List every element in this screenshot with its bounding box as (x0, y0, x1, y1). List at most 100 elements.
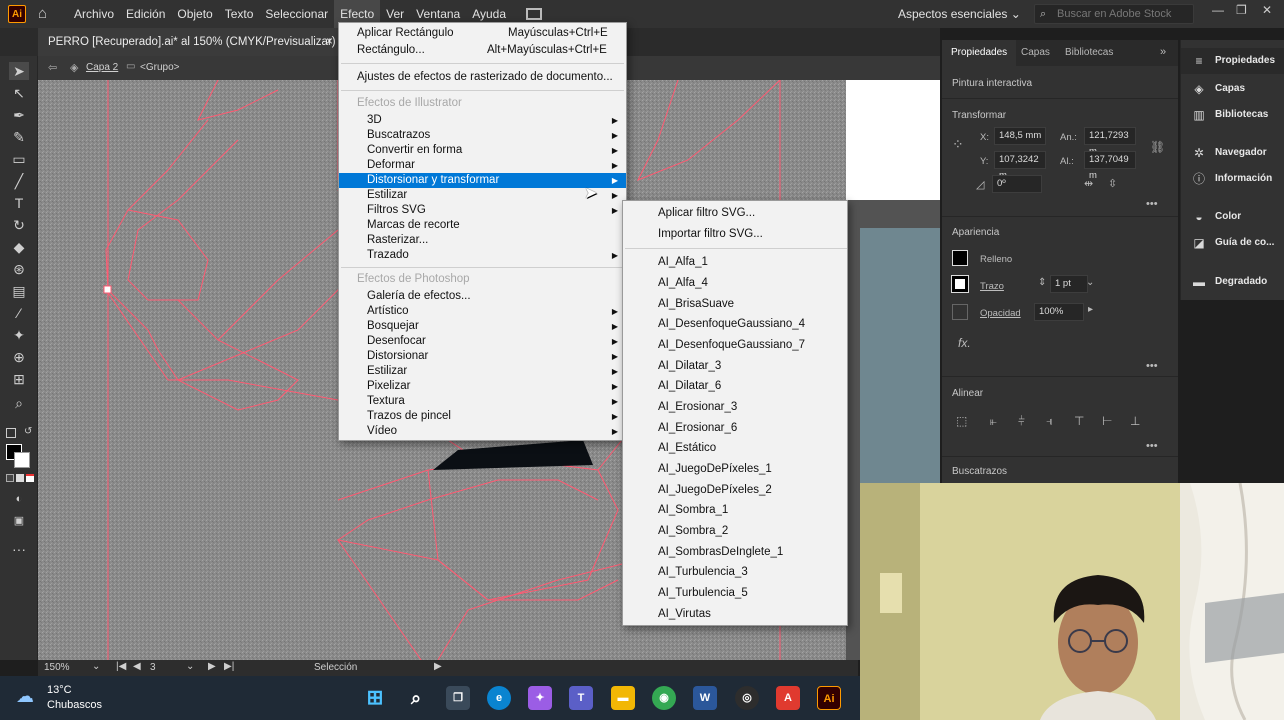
align-middle-icon[interactable]: ⊢ (1102, 414, 1112, 428)
close-window-icon[interactable]: ✕ (1262, 3, 1272, 17)
dock-guia-color[interactable]: ◪ Guía de co... (1181, 230, 1284, 256)
menu-pixelizar[interactable]: Pixelizar ▶ (339, 379, 626, 394)
opacity-label[interactable]: Opacidad (980, 308, 1021, 319)
dock-bibliotecas[interactable]: ▥ Bibliotecas (1181, 102, 1284, 128)
menu-video[interactable]: Vídeo ▶ (339, 424, 626, 439)
menu-estilizar-ps[interactable]: Estilizar ▶ (339, 364, 626, 379)
svg-filter-item[interactable]: AI_Estático (623, 439, 847, 457)
svg-filter-item[interactable]: AI_Dilatar_3 (623, 357, 847, 375)
menu-artistico[interactable]: Artístico ▶ (339, 304, 626, 319)
svg-filter-item[interactable]: AI_SombrasDeInglete_1 (623, 543, 847, 561)
default-colors-icon[interactable] (6, 428, 16, 438)
start-icon[interactable]: ⊞ (363, 686, 387, 710)
live-paint-tool-icon[interactable]: ✦ (9, 326, 29, 344)
arrange-documents-icon[interactable] (526, 8, 543, 20)
menu-estilizar[interactable]: Estilizar ▶ (339, 188, 626, 203)
dock-capas[interactable]: ◈ Capas (1181, 76, 1284, 102)
acrobat-icon[interactable]: A (776, 686, 800, 710)
width-tool-icon[interactable]: ⊛ (9, 260, 29, 278)
direct-selection-tool-icon[interactable]: ↖ (9, 84, 29, 102)
chrome-icon[interactable]: ◉ (652, 686, 676, 710)
illustrator-taskbar-icon[interactable]: Ai (817, 686, 841, 710)
file-explorer-icon[interactable]: ▬ (611, 686, 635, 710)
menu-raster-settings[interactable]: Ajustes de efectos de rasterizado de doc… (339, 70, 626, 85)
artboard-number[interactable]: 3 (150, 662, 156, 673)
y-field[interactable]: 107,3242 m (994, 151, 1046, 181)
align-left-icon[interactable]: ⫦ (990, 414, 997, 429)
paintbrush-tool-icon[interactable]: ╱ (9, 172, 29, 190)
align-bottom-icon[interactable]: ⊥ (1130, 414, 1140, 428)
last-artboard-icon[interactable]: ▶| (224, 661, 234, 672)
eyedropper-tool-icon[interactable]: ⁄ (9, 304, 29, 322)
breadcrumb-group[interactable]: <Grupo> (140, 62, 179, 73)
flip-vertical-icon[interactable]: ⇳ (1108, 177, 1117, 190)
weather-condition[interactable]: Chubascos (47, 699, 102, 711)
task-view-icon[interactable]: ❐ (446, 686, 470, 710)
weather-temperature[interactable]: 13°C (47, 684, 72, 696)
menu-texto[interactable]: Texto (219, 0, 260, 28)
stock-search-input[interactable]: Buscar en Adobe Stock (1034, 4, 1194, 24)
rotate-tool-icon[interactable]: ↻ (9, 216, 29, 234)
none-mode-icon[interactable] (26, 474, 34, 482)
menu-seleccionar[interactable]: Seleccionar (259, 0, 334, 28)
collapse-panel-icon[interactable]: » (1160, 46, 1166, 58)
pen-tool-icon[interactable]: ✒ (9, 106, 29, 124)
stroke-weight-chevron-icon[interactable]: ⌄ (1086, 277, 1094, 288)
more-options-icon[interactable]: ••• (1146, 198, 1158, 210)
menu-distorsionar[interactable]: Distorsionar ▶ (339, 349, 626, 364)
more-options-icon[interactable]: ••• (1146, 360, 1158, 372)
breadcrumb-layer[interactable]: Capa 2 (86, 62, 118, 73)
color-mode-icon[interactable] (6, 474, 14, 482)
workspace-switcher[interactable]: Aspectos esenciales ⌄ (892, 4, 1022, 24)
svg-filter-item[interactable]: AI_Alfa_1 (623, 253, 847, 271)
menu-desenfocar[interactable]: Desenfocar ▶ (339, 334, 626, 349)
screen-mode-icon[interactable]: ▣ (9, 512, 29, 530)
document-tab[interactable]: PERRO [Recuperado].ai* al 150% (CMYK/Pre… (38, 28, 338, 56)
align-to-icon[interactable]: ⬚ (956, 414, 967, 428)
selection-tool-icon[interactable]: ➤ (9, 62, 29, 80)
stroke-swatch[interactable] (14, 452, 30, 468)
menu-bosquejar[interactable]: Bosquejar ▶ (339, 319, 626, 334)
fill-color-swatch[interactable] (952, 250, 968, 266)
width-field[interactable]: 121,7293 m (1084, 127, 1136, 157)
more-tools-icon[interactable]: ··· (9, 540, 29, 558)
word-icon[interactable]: W (693, 686, 717, 710)
align-top-icon[interactable]: ⊤ (1074, 414, 1084, 428)
svg-filter-item[interactable]: AI_JuegoDePíxeles_2 (623, 481, 847, 499)
flip-horizontal-icon[interactable]: ⇹ (1084, 177, 1093, 190)
menu-deformar[interactable]: Deformar ▶ (339, 158, 626, 173)
tab-bibliotecas[interactable]: Bibliotecas (1056, 40, 1122, 66)
stroke-weight-field[interactable]: 1 pt (1050, 275, 1088, 293)
rectangle-tool-icon[interactable]: ▭ (9, 150, 29, 168)
edge-icon[interactable]: e (487, 686, 511, 710)
height-field[interactable]: 137,7049 m (1084, 151, 1136, 181)
gradient-mode-icon[interactable] (16, 474, 24, 482)
dock-informacion[interactable]: ⓘ Información (1181, 166, 1284, 192)
apply-svg-filter[interactable]: Aplicar filtro SVG... (623, 204, 847, 222)
menu-distorsionar-transformar[interactable]: Distorsionar y transformar ▶ (339, 173, 626, 188)
home-icon[interactable]: ⌂ (38, 5, 56, 23)
svg-filter-item[interactable]: AI_Erosionar_6 (623, 419, 847, 437)
menu-marcas-recorte[interactable]: Marcas de recorte (339, 218, 626, 233)
svg-filter-item[interactable]: AI_BrisaSuave (623, 295, 847, 313)
menu-buscatrazos[interactable]: Buscatrazos ▶ (339, 128, 626, 143)
dock-color[interactable]: ◒ Color (1181, 204, 1284, 230)
menu-apply-rectangle[interactable]: Aplicar Rectángulo Mayúsculas+Ctrl+E (339, 26, 626, 41)
dock-degradado[interactable]: ▬ Degradado (1181, 269, 1284, 295)
menu-rasterizar[interactable]: Rasterizar... (339, 233, 626, 248)
svg-filter-item[interactable]: AI_DesenfoqueGaussiano_4 (623, 315, 847, 333)
artboard-tool-icon[interactable]: ⊞ (9, 370, 29, 388)
menu-filtros-svg[interactable]: Filtros SVG ▶ (339, 203, 626, 218)
first-artboard-icon[interactable]: |◀ (116, 661, 126, 672)
zoom-tool-icon[interactable]: ⌕ (9, 394, 29, 412)
menu-edicion[interactable]: Edición (120, 0, 171, 28)
stroke-label[interactable]: Trazo (980, 281, 1004, 292)
svg-filter-item[interactable]: AI_Virutas (623, 605, 847, 623)
fx-icon[interactable]: fx. (958, 336, 971, 350)
stroke-stepper-icon[interactable]: ⇕ (1038, 277, 1046, 288)
constrain-proportions-icon[interactable]: ⛓ (1150, 140, 1165, 154)
opacity-arrow-icon[interactable]: ▸ (1088, 304, 1093, 315)
draw-mode-icon[interactable]: ◐ (9, 490, 29, 508)
prev-artboard-icon[interactable]: ◀ (133, 661, 141, 672)
restore-icon[interactable]: ❐ (1236, 3, 1247, 17)
